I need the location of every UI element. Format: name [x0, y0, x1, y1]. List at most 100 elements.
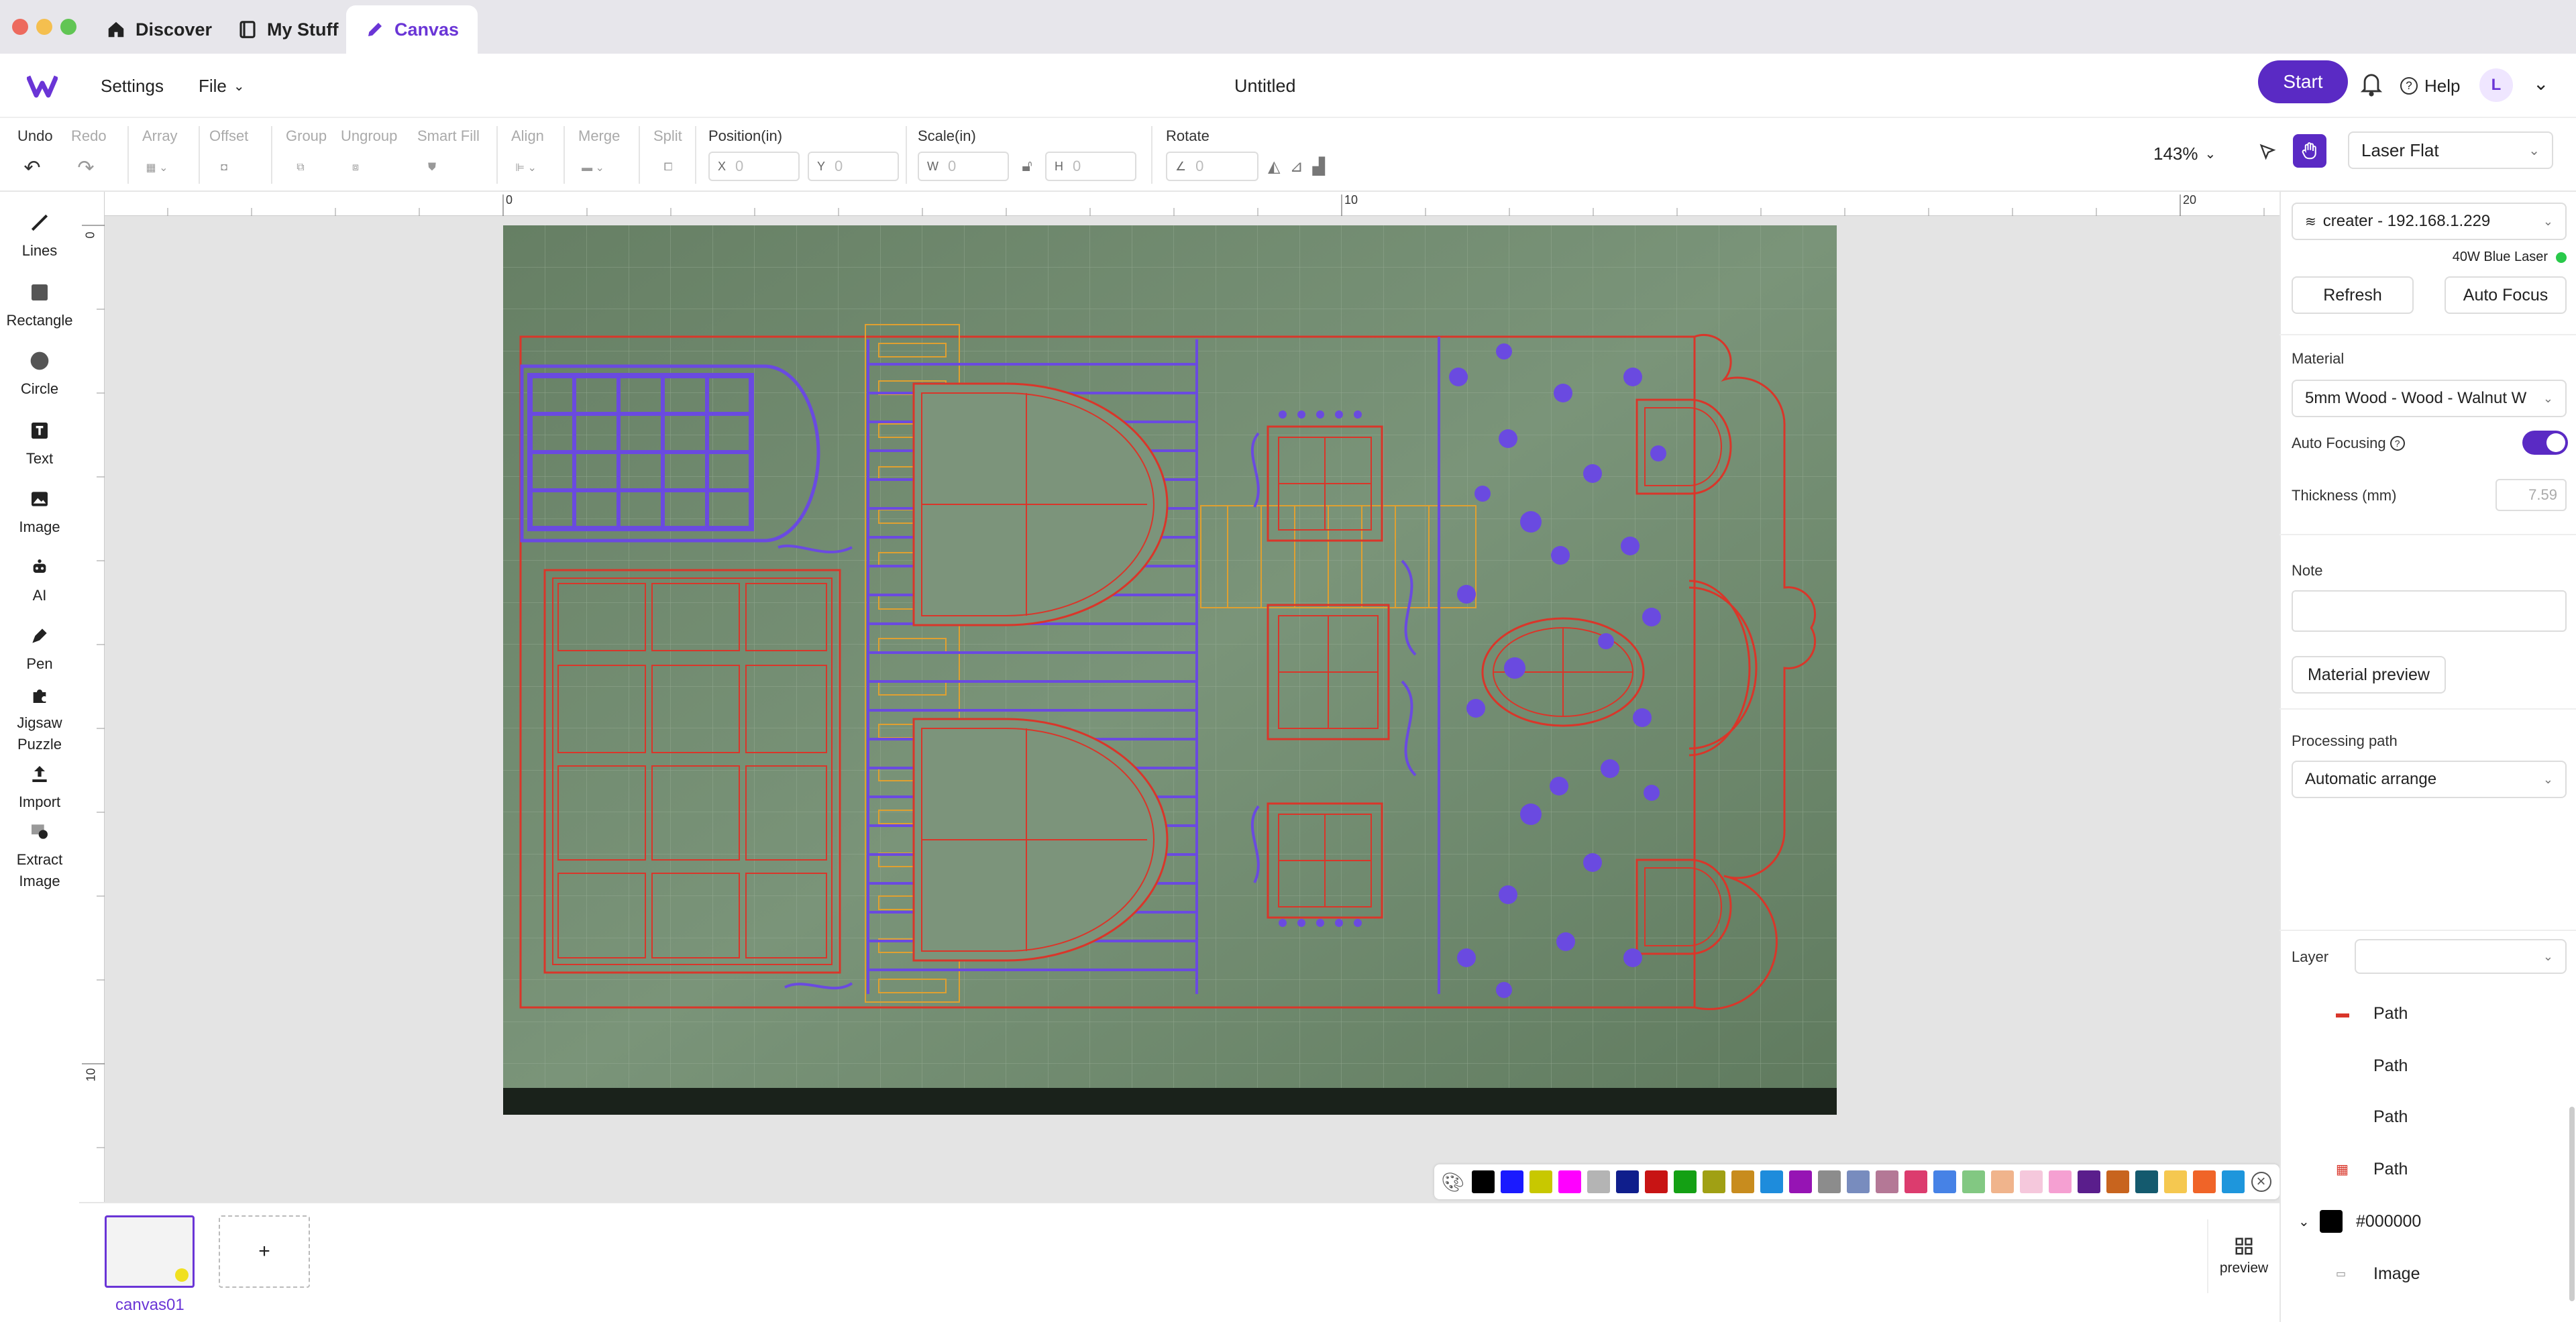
layer-item[interactable]: Path	[2279, 1091, 2576, 1143]
extract-image-tool[interactable]: Extract Image	[0, 821, 79, 892]
import-tool[interactable]: Import	[0, 763, 79, 813]
layer-select[interactable]: ⌄	[2355, 939, 2567, 974]
color-swatch[interactable]	[2192, 1170, 2216, 1193]
rectangle-tool[interactable]: Rectangle	[0, 282, 79, 331]
layer-item[interactable]: ▭ Image	[2279, 1248, 2576, 1300]
position-y-input[interactable]: Y0	[808, 152, 899, 181]
lines-tool[interactable]: Lines	[0, 212, 79, 262]
canvas-tab-label[interactable]: canvas01	[115, 1296, 184, 1315]
design-artwork[interactable]	[503, 225, 1837, 1115]
redo-button[interactable]: Redo ↷	[71, 127, 107, 180]
circle-tool[interactable]: Circle	[0, 350, 79, 400]
start-button[interactable]: Start	[2258, 60, 2348, 103]
color-swatch[interactable]	[1817, 1170, 1841, 1193]
color-swatch[interactable]	[1990, 1170, 2014, 1193]
color-swatch[interactable]	[1673, 1170, 1697, 1193]
account-chevron-icon[interactable]: ⌄	[2533, 72, 2548, 95]
pan-hand-button[interactable]	[2293, 134, 2326, 168]
color-layer-group[interactable]: ⌄ #000000	[2279, 1195, 2576, 1248]
select-arrow-icon[interactable]	[2258, 142, 2277, 161]
color-swatch[interactable]	[1558, 1170, 1581, 1193]
scale-h-input[interactable]: H0	[1045, 152, 1136, 181]
color-swatch[interactable]	[2106, 1170, 2129, 1193]
auto-focus-button[interactable]: Auto Focus	[2445, 276, 2567, 314]
color-swatch[interactable]	[2135, 1170, 2158, 1193]
color-swatch[interactable]	[1904, 1170, 1927, 1193]
note-textarea[interactable]	[2292, 590, 2567, 632]
color-swatch[interactable]	[1760, 1170, 1783, 1193]
pen-tool[interactable]: Pen	[0, 625, 79, 675]
position-x-input[interactable]: X0	[708, 152, 800, 181]
color-swatch[interactable]	[2077, 1170, 2100, 1193]
jigsaw-puzzle-tool[interactable]: Jigsaw Puzzle	[0, 684, 79, 755]
color-swatch[interactable]	[1615, 1170, 1639, 1193]
offset-button[interactable]: Offset ◘	[209, 127, 248, 180]
color-swatch[interactable]	[2163, 1170, 2187, 1193]
tab-canvas[interactable]: Canvas	[346, 5, 478, 54]
group-button[interactable]: Group ⧉	[286, 127, 327, 180]
layer-item[interactable]: Path	[2279, 1040, 2576, 1092]
zoom-select[interactable]: 143% ⌄	[2153, 144, 2216, 164]
color-swatch[interactable]	[1500, 1170, 1523, 1193]
color-swatch[interactable]	[1933, 1170, 1956, 1193]
refresh-button[interactable]: Refresh	[2292, 276, 2414, 314]
color-swatch[interactable]	[1702, 1170, 1725, 1193]
material-preview-button[interactable]: Material preview	[2292, 656, 2446, 694]
color-swatch[interactable]	[1587, 1170, 1610, 1193]
lock-icon[interactable]: 🔓︎	[1017, 157, 1037, 176]
tab-my-stuff[interactable]: My Stuff	[219, 5, 357, 54]
auto-focusing-toggle[interactable]	[2522, 431, 2568, 455]
thickness-input[interactable]: 7.59	[2496, 479, 2567, 511]
color-swatch[interactable]	[1731, 1170, 1754, 1193]
color-swatch[interactable]	[2048, 1170, 2072, 1193]
array-button[interactable]: Array ▦ ⌄	[142, 127, 178, 180]
layer-item[interactable]: ▦ Path	[2279, 1143, 2576, 1195]
avatar[interactable]: L	[2479, 68, 2513, 102]
flip-horizontal-icon[interactable]: ◭	[1268, 157, 1280, 176]
chevron-down-icon[interactable]: ⌄	[2298, 1213, 2320, 1230]
scale-w-input[interactable]: W0	[918, 152, 1009, 181]
color-swatch[interactable]	[1962, 1170, 1985, 1193]
add-canvas-button[interactable]: +	[219, 1215, 310, 1288]
material-camera-preview[interactable]	[503, 225, 1837, 1115]
settings-menu[interactable]: Settings	[101, 54, 164, 118]
ungroup-button[interactable]: Ungroup ⧈	[341, 127, 397, 180]
layer-item[interactable]: ▬ Path	[2279, 987, 2576, 1040]
preview-button[interactable]: preview	[2207, 1219, 2279, 1293]
text-tool[interactable]: Text	[0, 420, 79, 470]
close-window-button[interactable]	[12, 19, 28, 35]
maximize-window-button[interactable]	[60, 19, 76, 35]
color-swatch[interactable]	[1875, 1170, 1898, 1193]
material-select[interactable]: 5mm Wood - Wood - Walnut W ⌄	[2292, 380, 2567, 417]
help-button[interactable]: ? Help	[2400, 54, 2460, 118]
layer-scrollbar[interactable]	[2569, 1107, 2575, 1301]
canvas-thumbnail[interactable]	[105, 1215, 195, 1288]
undo-button[interactable]: Undo ↶	[17, 127, 53, 180]
smart-fill-button[interactable]: Smart Fill ⛊	[417, 127, 480, 180]
tab-discover[interactable]: Discover	[87, 5, 231, 54]
merge-button[interactable]: Merge ▬ ⌄	[578, 127, 620, 180]
rotate-input[interactable]: ∠ 0	[1166, 152, 1258, 181]
processing-path-select[interactable]: Automatic arrange ⌄	[2292, 761, 2567, 798]
edit-toolbar: Undo ↶ Redo ↷ Array ▦ ⌄ Offset ◘ Group ⧉…	[0, 118, 2576, 192]
color-swatch[interactable]	[2019, 1170, 2043, 1193]
device-mode-select[interactable]: Laser Flat ⌄	[2348, 131, 2553, 169]
bell-icon[interactable]	[2360, 71, 2383, 98]
image-tool[interactable]: Image	[0, 488, 79, 538]
color-swatch[interactable]	[1644, 1170, 1668, 1193]
palette-icon[interactable]: 🎨︎	[1441, 1171, 1465, 1193]
ai-tool[interactable]: AI	[0, 557, 79, 606]
color-swatch[interactable]	[2221, 1170, 2245, 1193]
split-button[interactable]: Split ⧠	[653, 127, 683, 180]
color-swatch[interactable]	[1471, 1170, 1495, 1193]
minimize-window-button[interactable]	[36, 19, 52, 35]
align-button[interactable]: Align ⊫ ⌄	[511, 127, 544, 180]
file-menu[interactable]: File ⌄	[199, 54, 245, 118]
color-swatch[interactable]	[1846, 1170, 1870, 1193]
device-select[interactable]: ≋ creater - 192.168.1.229 ⌄	[2292, 203, 2567, 240]
close-palette-icon[interactable]: ×	[2251, 1172, 2271, 1192]
distort-icon[interactable]: ▟	[1313, 157, 1325, 176]
color-swatch[interactable]	[1529, 1170, 1552, 1193]
color-swatch[interactable]	[1788, 1170, 1812, 1193]
flip-vertical-icon[interactable]: ⊿	[1289, 157, 1303, 176]
